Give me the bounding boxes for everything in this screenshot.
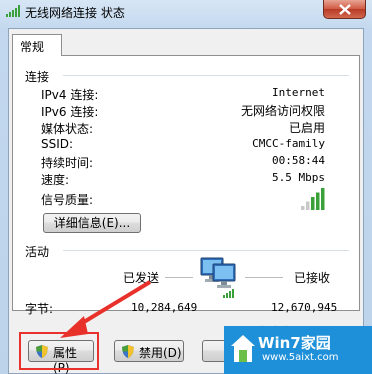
house-logo-icon (231, 335, 255, 362)
logo-url: www.5aixt.com (262, 352, 339, 363)
tab-general[interactable]: 常规 (12, 34, 62, 56)
red-arrow-icon (60, 280, 152, 338)
site-logo: Win7家园 www.5aixt.com (224, 326, 372, 374)
logo-text: Win7家园 (258, 334, 331, 352)
tab-label: 常规 (20, 40, 45, 54)
window-frame: 无线网络连接 状态 常规 连接 IPv4 连接: Internet IPv6 连… (0, 0, 372, 374)
